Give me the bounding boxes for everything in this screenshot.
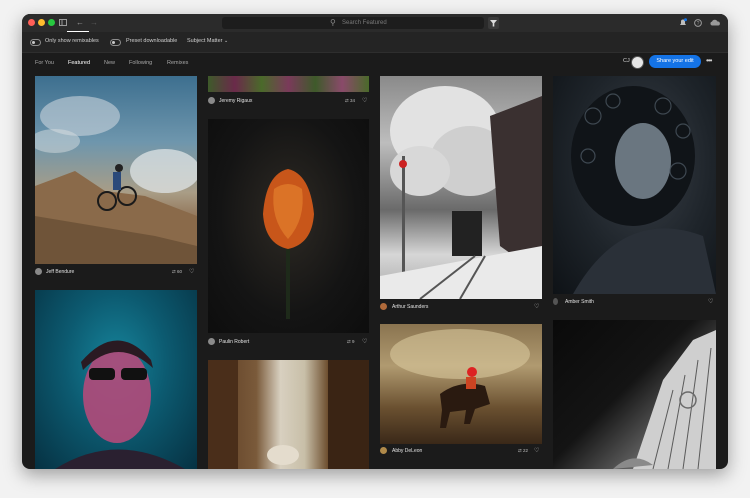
tab-new[interactable]: New — [104, 60, 115, 67]
subject-matter-label: Subject Matter — [187, 38, 223, 44]
avatar[interactable] — [553, 298, 558, 305]
avatar[interactable] — [631, 56, 644, 69]
sidebar-toggle-icon[interactable] — [59, 19, 67, 28]
minimize-window-button[interactable] — [38, 19, 45, 26]
search-icon: ⚲ — [330, 18, 336, 27]
remix-icon: ⇄ — [518, 448, 522, 453]
author-name[interactable]: Amber Smith — [565, 299, 594, 305]
heart-icon[interactable]: ♡ — [362, 98, 367, 104]
heart-icon[interactable]: ♡ — [708, 299, 713, 305]
remixables-toggle[interactable] — [30, 39, 41, 46]
remix-count-value: 9 — [352, 339, 355, 344]
photo-doorway[interactable] — [208, 360, 369, 469]
more-options-icon[interactable]: ••• — [706, 57, 712, 65]
photo-portrait-sunglasses[interactable] — [35, 290, 197, 469]
author-name[interactable]: Jeff Bendure — [46, 269, 74, 275]
heart-icon[interactable]: ♡ — [534, 448, 539, 454]
remix-count: ⇄ 34 — [345, 98, 355, 104]
author-name[interactable]: Jeremy Rigaux — [219, 98, 252, 104]
heart-icon[interactable]: ♡ — [362, 339, 367, 345]
author-name[interactable]: Arthur Saunders — [392, 304, 428, 310]
author-name[interactable]: Paulin Robert — [219, 339, 249, 345]
cloud-icon[interactable] — [710, 19, 720, 28]
photo-mountain-biker[interactable] — [35, 76, 197, 264]
search-input[interactable]: ⚲ Search Featured — [222, 17, 484, 29]
title-bar: ← → ⚲ Search Featured ? — [22, 14, 728, 32]
remix-count-value: 34 — [350, 98, 356, 103]
remix-count: ⇄ 60 — [172, 269, 182, 275]
share-your-edit-button[interactable]: Share your edit — [649, 55, 701, 68]
close-window-button[interactable] — [28, 19, 35, 26]
tab-for-you[interactable]: For You — [35, 60, 54, 67]
avatar[interactable] — [380, 447, 387, 454]
photo-tulip-field[interactable] — [208, 76, 369, 92]
remix-icon: ⇄ — [347, 339, 351, 344]
filter-icon — [490, 20, 497, 27]
photo-horse-racing[interactable] — [380, 324, 542, 444]
svg-text:?: ? — [697, 21, 700, 27]
heart-icon[interactable]: ♡ — [189, 269, 194, 275]
user-initials: CJ — [623, 58, 630, 64]
avatar[interactable] — [380, 303, 387, 310]
remix-icon: ⇄ — [345, 98, 349, 103]
subject-matter-dropdown[interactable]: Subject Matter ⌄ — [187, 38, 228, 45]
remix-count: ⇄ 22 — [518, 448, 528, 454]
heart-icon[interactable]: ♡ — [534, 304, 539, 310]
photo-steam-train[interactable] — [380, 76, 542, 299]
avatar[interactable] — [35, 268, 42, 275]
tab-remixes[interactable]: Remixes — [167, 60, 188, 67]
downloadable-label: Preset downloadable — [126, 38, 178, 44]
photo-cathedral-facade[interactable] — [553, 320, 716, 469]
remix-count: ⇄ 9 — [347, 339, 355, 345]
forward-arrow-icon[interactable]: → — [90, 19, 98, 27]
downloadable-toggle[interactable] — [110, 39, 121, 46]
remix-count-value: 60 — [177, 269, 183, 274]
filter-toolbar: Only show remixables Preset downloadable… — [22, 32, 728, 53]
avatar[interactable] — [208, 338, 215, 345]
photo-orange-tulip[interactable] — [208, 119, 369, 333]
photo-curly-hair-portrait[interactable] — [553, 76, 716, 294]
avatar[interactable] — [208, 97, 215, 104]
maximize-window-button[interactable] — [48, 19, 55, 26]
help-icon[interactable]: ? — [694, 19, 702, 29]
notification-bell-icon[interactable] — [679, 18, 687, 29]
filter-button[interactable] — [488, 17, 499, 29]
remix-count-value: 22 — [523, 448, 529, 453]
active-tab-indicator — [67, 31, 89, 32]
search-placeholder: Search Featured — [342, 20, 387, 26]
app-window: ← → ⚲ Search Featured ? Only show remixa… — [22, 14, 728, 469]
remix-icon: ⇄ — [172, 269, 176, 274]
tab-following[interactable]: Following — [129, 60, 152, 67]
back-arrow-icon[interactable]: ← — [76, 19, 84, 27]
author-name[interactable]: Abby DeLeon — [392, 448, 422, 454]
tab-featured[interactable]: Featured — [68, 60, 90, 67]
chevron-down-icon: ⌄ — [224, 38, 229, 44]
remixables-label: Only show remixables — [45, 38, 99, 44]
